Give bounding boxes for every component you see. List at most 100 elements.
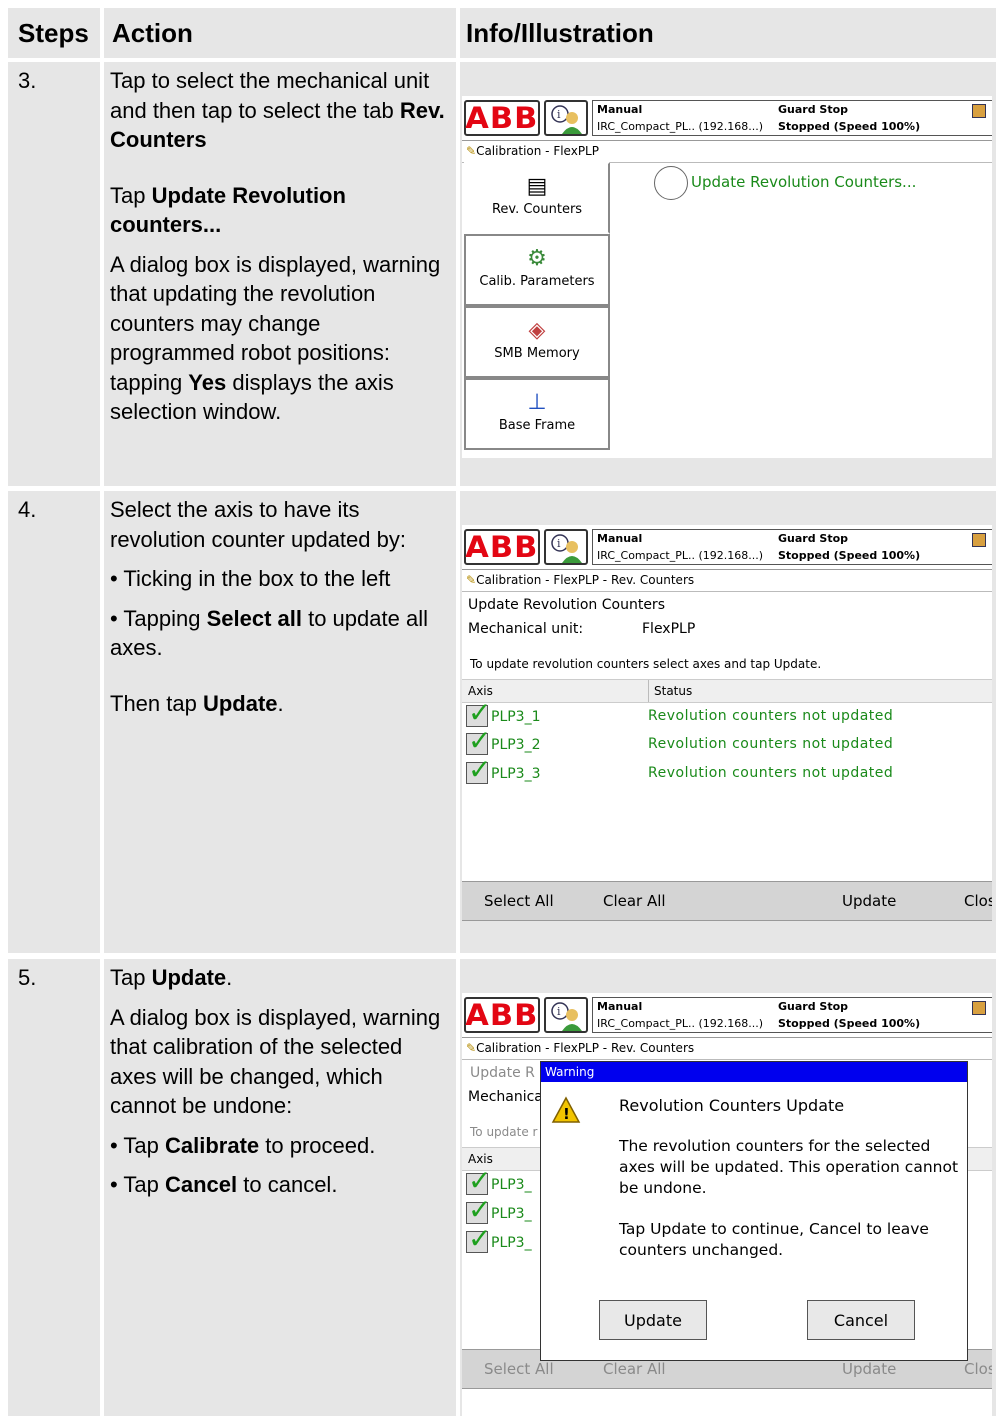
- breadcrumb-text: Calibration - FlexPLP - Rev. Counters: [476, 1041, 695, 1055]
- tab-smb-memory[interactable]: ◈ SMB Memory: [464, 306, 610, 378]
- guard-state-text: Guard Stop: [778, 532, 849, 545]
- mech-unit-label: Mechanica: [468, 1089, 543, 1105]
- abb-menu-button[interactable]: ABB: [464, 997, 540, 1033]
- close-button[interactable]: Clos: [964, 1360, 992, 1378]
- close-icon[interactable]: [972, 104, 986, 118]
- table-row[interactable]: ✓ PLP3_3 Revolution counters not updated: [462, 755, 992, 788]
- update-radio-icon[interactable]: [654, 166, 688, 200]
- tab-rev-counters[interactable]: ▤ Rev. Counters: [464, 162, 610, 234]
- action-cell-5: Tap Update. A dialog box is displayed, w…: [104, 959, 456, 1416]
- header-action-label: Action: [112, 18, 193, 48]
- status-box[interactable]: Manual IRC_Compact_PL.. (192.168...) Gua…: [592, 100, 992, 136]
- col-status: Status: [654, 684, 693, 698]
- action-bold: Cancel: [165, 1172, 238, 1197]
- column-header: Axis Status: [462, 679, 992, 703]
- update-button[interactable]: Update: [842, 892, 896, 910]
- tab-base-frame[interactable]: ⊥ Base Frame: [464, 378, 610, 450]
- header-info: Info/Illustration: [460, 8, 996, 58]
- user-info-icon: i: [551, 1002, 582, 1031]
- action-text-part: • Tapping: [110, 605, 207, 631]
- step-label: 5.: [18, 965, 37, 990]
- user-info-button[interactable]: i: [544, 997, 588, 1033]
- action-text: Tap to select the mechanical unit and th…: [110, 66, 450, 155]
- action-text-part: Tap to select the mechanical unit and th…: [110, 68, 430, 123]
- breadcrumb-text: Calibration - FlexPLP - Rev. Counters: [476, 573, 695, 587]
- speed-text: Stopped (Speed 100%): [778, 549, 921, 562]
- svg-text:i: i: [557, 537, 561, 550]
- page-title: Update R: [470, 1065, 535, 1081]
- rev-counter-icon: ▤: [526, 174, 548, 199]
- mech-unit-value: FlexPLP: [642, 621, 696, 637]
- step-number-5: 5.: [8, 959, 100, 1416]
- clear-all-button[interactable]: Clear All: [603, 1360, 666, 1378]
- action-bold: Calibrate: [165, 1132, 260, 1158]
- status-box[interactable]: Manual IRC_Compact_PL.. (192.168...) Gua…: [592, 997, 992, 1033]
- step-number-4: 4.: [8, 491, 100, 953]
- header-info-label: Info/Illustration: [466, 18, 654, 48]
- header-steps-label: Steps: [18, 18, 89, 48]
- smb-memory-icon: ◈: [528, 318, 546, 343]
- abb-menu-button[interactable]: ABB: [464, 100, 540, 136]
- action-text-part: to cancel.: [237, 1172, 338, 1197]
- axis-name: PLP3_: [491, 1206, 532, 1222]
- action-bold: Yes: [188, 369, 227, 395]
- user-info-button[interactable]: i: [544, 529, 588, 565]
- dialog-cancel-button[interactable]: Cancel: [807, 1300, 915, 1340]
- instruction-text: To update revolution counters select axe…: [470, 657, 822, 671]
- status-box[interactable]: Manual IRC_Compact_PL.. (192.168...) Gua…: [592, 529, 992, 565]
- axis-name: PLP3_: [491, 1177, 532, 1193]
- speed-text: Stopped (Speed 100%): [778, 1017, 921, 1030]
- update-button[interactable]: Update: [842, 1360, 896, 1378]
- axis-name: PLP3_3: [491, 766, 541, 782]
- dialog-update-button[interactable]: Update: [599, 1300, 707, 1340]
- dialog-heading: Revolution Counters Update: [619, 1096, 845, 1115]
- mech-unit-label: Mechanical unit:: [468, 621, 584, 637]
- breadcrumb: ✎Calibration - FlexPLP: [462, 140, 992, 163]
- user-info-button[interactable]: i: [544, 100, 588, 136]
- abb-menu-button[interactable]: ABB: [464, 529, 540, 565]
- pencil-icon: ✎: [466, 144, 477, 158]
- action-text: Tap Update Revolution counters...: [110, 181, 450, 240]
- pencil-icon: ✎: [466, 1041, 477, 1055]
- select-all-button[interactable]: Select All: [484, 892, 554, 910]
- svg-text:!: !: [563, 1105, 570, 1123]
- checkbox-checked-icon[interactable]: ✓: [466, 1166, 491, 1196]
- checkbox-checked-icon[interactable]: ✓: [466, 726, 491, 756]
- action-text-part: Tap: [110, 965, 152, 990]
- axis-name: PLP3_: [491, 1235, 532, 1251]
- select-all-button[interactable]: Select All: [484, 1360, 554, 1378]
- guard-state-text: Guard Stop: [778, 103, 849, 116]
- close-button[interactable]: Clos: [964, 892, 992, 910]
- table-row[interactable]: ✓ PLP3_2 Revolution counters not updated: [462, 726, 992, 759]
- action-text-part: to proceed.: [259, 1132, 376, 1158]
- checkbox-checked-icon[interactable]: ✓: [466, 1195, 491, 1225]
- close-icon[interactable]: [972, 533, 986, 547]
- axis-status: Revolution counters not updated: [648, 765, 894, 781]
- dialog-title: Warning: [541, 1062, 967, 1082]
- tab-label: Calib. Parameters: [479, 274, 595, 289]
- clear-all-button[interactable]: Clear All: [603, 892, 666, 910]
- action-bold: Select all: [206, 605, 302, 631]
- command-bar: Select All Clear All Update Clos: [462, 881, 992, 921]
- info-cell-3: ABB i Manual IRC_Compact_PL.. (192.168..…: [460, 62, 996, 486]
- table-row[interactable]: ✓ PLP3_1 Revolution counters not updated: [462, 698, 992, 731]
- checkbox-checked-icon[interactable]: ✓: [466, 755, 491, 785]
- tab-calib-parameters[interactable]: ⚙ Calib. Parameters: [464, 234, 610, 306]
- axis-status: Revolution counters not updated: [648, 708, 894, 724]
- info-cell-5: ABB i Manual IRC_Compact_PL.. (192.168..…: [460, 959, 996, 1416]
- base-frame-icon: ⊥: [527, 390, 547, 415]
- info-cell-4: ABB i Manual IRC_Compact_PL.. (192.168..…: [460, 491, 996, 953]
- action-bold: Update: [151, 965, 227, 990]
- abb-logo: ABB: [465, 530, 539, 564]
- close-icon[interactable]: [972, 1001, 986, 1015]
- svg-text:i: i: [557, 108, 561, 121]
- bullet-text: • Tap Calibrate to proceed.: [110, 1131, 450, 1161]
- svg-text:i: i: [557, 1005, 561, 1018]
- warning-icon: !: [551, 1096, 581, 1123]
- tab-label: Rev. Counters: [491, 202, 583, 217]
- calib-parameters-icon: ⚙: [527, 246, 547, 271]
- checkbox-checked-icon[interactable]: ✓: [466, 1224, 491, 1254]
- pencil-icon: ✎: [466, 573, 477, 587]
- guard-state-text: Guard Stop: [778, 1000, 849, 1013]
- update-revolution-counters-link[interactable]: Update Revolution Counters...: [691, 173, 916, 191]
